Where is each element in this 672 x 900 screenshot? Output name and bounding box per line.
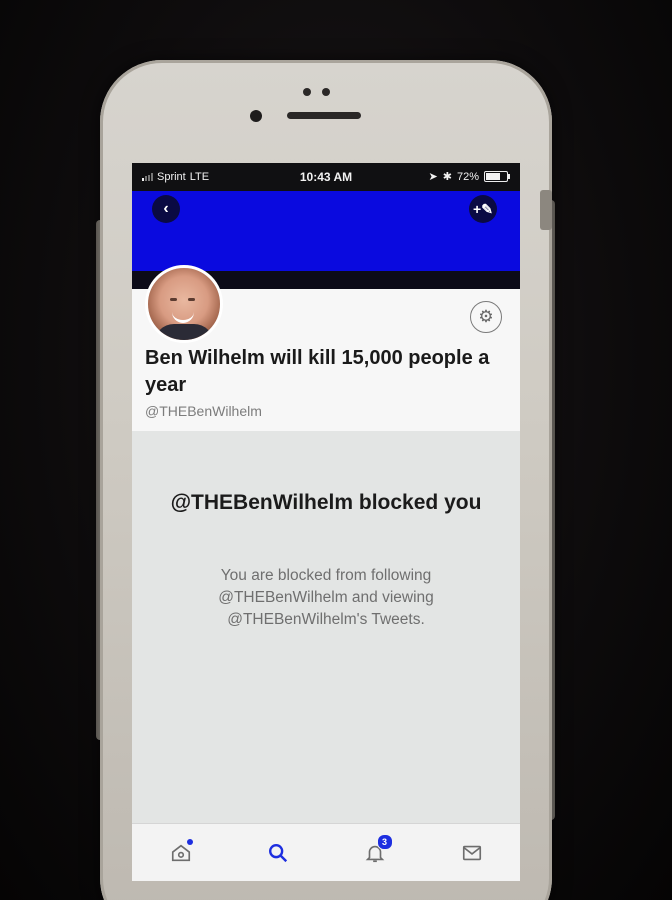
blocked-notice: @THEBenWilhelm blocked you You are block… [132, 431, 520, 823]
front-camera [250, 110, 262, 122]
tab-bar: 3 [132, 823, 520, 881]
messages-icon [462, 845, 481, 861]
blocked-message: You are blocked from following @THEBenWi… [218, 567, 434, 628]
blocked-title: @THEBenWilhelm blocked you [170, 491, 482, 514]
location-icon: ➤ [428, 171, 438, 183]
phone-sensor [303, 88, 311, 96]
chevron-left-icon: ‹ [163, 200, 169, 217]
tab-messages[interactable] [452, 833, 492, 873]
back-button[interactable]: ‹ [152, 195, 180, 223]
tab-home[interactable] [161, 833, 201, 873]
notification-badge: 3 [376, 834, 393, 850]
phone-screen: Sprint LTE 10:43 AM ➤ ✱ 72% ‹ +✎ ⚙ Ben W… [132, 163, 520, 881]
gear-icon: ⚙ [478, 307, 494, 326]
status-right: ➤ ✱ 72% [428, 170, 510, 183]
phone-side-button [540, 190, 552, 230]
profile-banner [132, 191, 520, 271]
profile-handle: @THEBenWilhelm [145, 403, 262, 419]
profile-settings-button[interactable]: ⚙ [470, 301, 502, 333]
battery-percent: 72% [456, 170, 479, 183]
new-content-dot [186, 839, 193, 845]
phone-sensor [322, 88, 330, 96]
bluetooth-icon: ✱ [442, 171, 452, 183]
photo-scene: Sprint LTE 10:43 AM ➤ ✱ 72% ‹ +✎ ⚙ Ben W… [0, 0, 672, 900]
profile-header: ⚙ Ben Wilhelm will kill 15,000 people a … [132, 265, 520, 431]
status-bar: Sprint LTE 10:43 AM ➤ ✱ 72% [132, 163, 520, 191]
search-icon [268, 844, 287, 863]
home-icon [171, 844, 190, 862]
avatar[interactable] [145, 265, 223, 343]
profile-name: Ben Wilhelm will kill 15,000 people a ye… [145, 347, 490, 396]
tab-notifications[interactable]: 3 [355, 833, 395, 873]
tab-search[interactable] [258, 833, 298, 873]
battery-icon [484, 171, 510, 182]
earpiece-speaker [287, 112, 361, 119]
compose-tweet-icon: +✎ [473, 200, 493, 217]
compose-tweet-button[interactable]: +✎ [469, 195, 497, 223]
battery-level [486, 173, 501, 180]
